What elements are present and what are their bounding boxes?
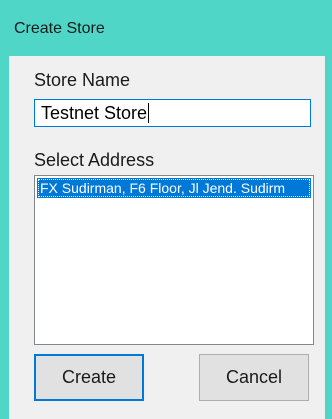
window-title: Create Store bbox=[14, 20, 105, 37]
store-name-value: Testnet Store bbox=[41, 103, 148, 123]
cancel-button[interactable]: Cancel bbox=[199, 354, 309, 401]
title-bar[interactable]: Create Store bbox=[0, 0, 332, 56]
cancel-button-label: Cancel bbox=[225, 367, 283, 387]
create-button-label: Create bbox=[61, 367, 117, 387]
create-store-dialog: Create Store Store Name Testnet Store Se… bbox=[0, 0, 332, 419]
dialog-body: Store Name Testnet Store Select Address … bbox=[9, 56, 325, 419]
store-name-label: Store Name bbox=[34, 70, 131, 90]
store-name-input[interactable]: Testnet Store bbox=[34, 99, 311, 127]
text-caret bbox=[148, 103, 150, 123]
address-list-item[interactable]: FX Sudirman, F6 Floor, Jl Jend. Sudirm bbox=[37, 178, 311, 198]
create-button[interactable]: Create bbox=[34, 354, 144, 401]
select-address-label: Select Address bbox=[34, 150, 155, 170]
address-listbox[interactable]: FX Sudirman, F6 Floor, Jl Jend. Sudirm bbox=[34, 175, 314, 345]
